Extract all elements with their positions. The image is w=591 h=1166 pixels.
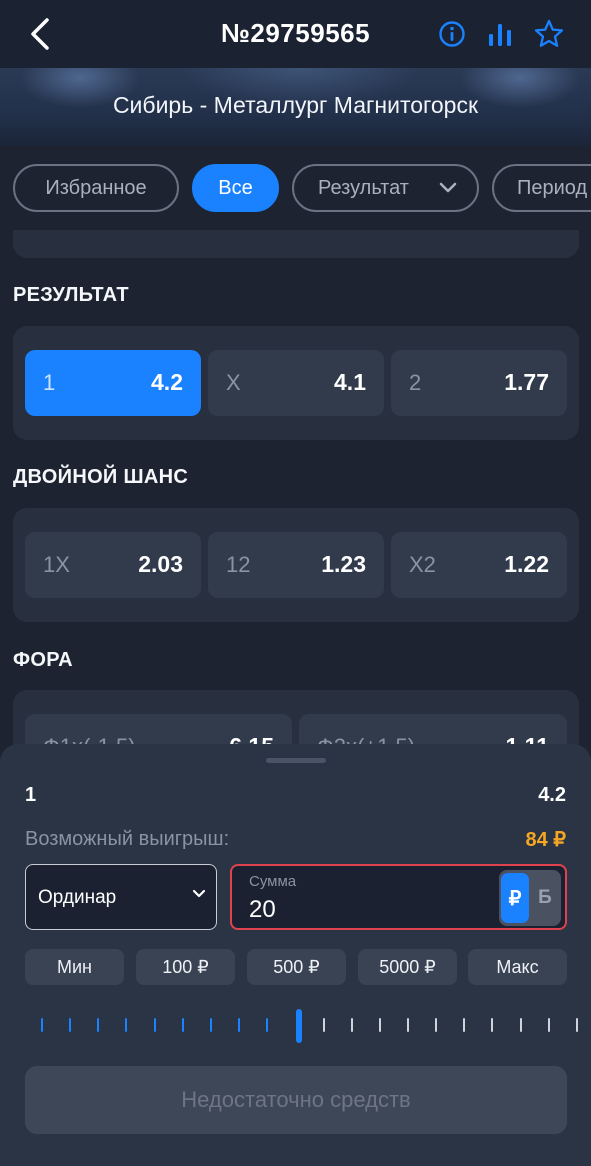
slider-tick	[519, 1018, 522, 1032]
info-icon	[439, 21, 465, 47]
amount-input[interactable]: 20	[249, 896, 276, 924]
bet-type-value: Ординар	[38, 887, 117, 908]
odd-value: 1.23	[321, 551, 366, 577]
bar-chart-icon	[489, 24, 511, 46]
slider-tick	[491, 1018, 494, 1032]
odd-value: 4.2	[151, 369, 183, 395]
potential-win-label: Возможный выигрыш:	[25, 828, 230, 850]
chip-all[interactable]: Все	[192, 164, 279, 212]
odd-value: 2.03	[138, 551, 183, 577]
odd-value: 1.77	[504, 369, 549, 395]
top-bar: №29759565	[0, 0, 591, 68]
slider-tick	[547, 1018, 550, 1032]
chevron-down-icon	[439, 182, 457, 193]
odd-button[interactable]: 1X 2.03	[25, 532, 201, 598]
slider-tick	[266, 1018, 269, 1032]
slider-tick	[378, 1018, 381, 1032]
chevron-down-icon	[192, 889, 206, 898]
odd-value: 1.22	[504, 551, 549, 577]
slider-thumb[interactable]	[295, 1009, 302, 1043]
potential-win-value: 84 ₽	[525, 829, 566, 851]
slider-tick	[97, 1018, 100, 1032]
odd-button[interactable]: X2 1.22	[391, 532, 567, 598]
odd-button[interactable]: 2 1.77	[391, 350, 567, 416]
chip-period[interactable]: Период	[492, 164, 591, 212]
info-button[interactable]	[435, 16, 469, 52]
market-card-double-chance: 1X 2.03 12 1.23 X2 1.22	[13, 508, 579, 622]
currency-bonus-option[interactable]: Б	[533, 873, 557, 923]
market-title-handicap: ФОРА	[13, 649, 73, 671]
odd-value: 4.1	[334, 369, 366, 395]
amount-placeholder: Сумма	[249, 873, 297, 890]
slider-tick	[153, 1018, 156, 1032]
slider-tick	[209, 1018, 212, 1032]
favorite-button[interactable]	[532, 16, 566, 52]
slider-tick	[463, 1018, 466, 1032]
slider-tick	[406, 1018, 409, 1032]
match-banner: Сибирь - Металлург Магнитогорск	[0, 68, 591, 146]
match-title: Сибирь - Металлург Магнитогорск	[112, 92, 479, 118]
filter-chips: Избранное Все Результат Период	[0, 146, 591, 230]
odd-label: 12	[226, 552, 251, 577]
statistics-button[interactable]	[483, 16, 517, 52]
odd-button[interactable]: 12 1.23	[208, 532, 384, 598]
amount-field[interactable]: Сумма 20 ₽ Б	[230, 864, 567, 930]
odd-label: 1	[43, 370, 56, 395]
quick-amount-5000[interactable]: 5000 ₽	[358, 949, 457, 985]
collapsed-card	[13, 230, 579, 258]
slip-odds: 4.2	[538, 784, 566, 806]
sheet-drag-handle[interactable]	[266, 758, 326, 763]
bet-type-select[interactable]: Ординар	[25, 864, 217, 930]
odd-button[interactable]: X 4.1	[208, 350, 384, 416]
odd-label: 1X	[43, 552, 70, 577]
slider-tick	[41, 1018, 43, 1032]
market-title-double-chance: ДВОЙНОЙ ШАНС	[13, 466, 189, 488]
odd-label: 2	[409, 370, 422, 395]
odd-label: X	[226, 370, 241, 395]
chip-result[interactable]: Результат	[292, 164, 479, 212]
slider-tick	[350, 1018, 353, 1032]
chip-favorites[interactable]: Избранное	[13, 164, 179, 212]
slider-tick	[125, 1018, 128, 1032]
slider-tick	[322, 1018, 325, 1032]
slider-tick	[575, 1018, 578, 1032]
quick-amount-min[interactable]: Мин	[25, 949, 124, 985]
chevron-left-icon	[31, 18, 49, 50]
back-button[interactable]	[22, 14, 58, 54]
odd-button[interactable]: 1 4.2	[25, 350, 201, 416]
slider-tick	[238, 1018, 241, 1032]
currency-rub-option[interactable]: ₽	[501, 873, 529, 923]
place-bet-button[interactable]: Недостаточно средств	[25, 1066, 567, 1134]
market-title-result: РЕЗУЛЬТАТ	[13, 284, 129, 306]
odd-label: X2	[409, 552, 436, 577]
chip-result-label: Результат	[318, 176, 409, 199]
currency-toggle[interactable]: ₽ Б	[499, 870, 561, 926]
slip-selection: 1	[25, 784, 37, 806]
slider-tick	[69, 1018, 72, 1032]
slider-tick	[181, 1018, 184, 1032]
quick-amount-max[interactable]: Макс	[468, 949, 567, 985]
market-card-result: 1 4.2 X 4.1 2 1.77	[13, 326, 579, 440]
amount-slider[interactable]	[25, 1006, 578, 1044]
star-icon	[534, 19, 564, 47]
quick-amount-100[interactable]: 100 ₽	[136, 949, 235, 985]
quick-amount-500[interactable]: 500 ₽	[247, 949, 346, 985]
bet-slip-sheet: 1 4.2 Возможный выигрыш: 84 ₽ Ординар Су…	[0, 744, 591, 1166]
slider-tick	[435, 1018, 438, 1032]
